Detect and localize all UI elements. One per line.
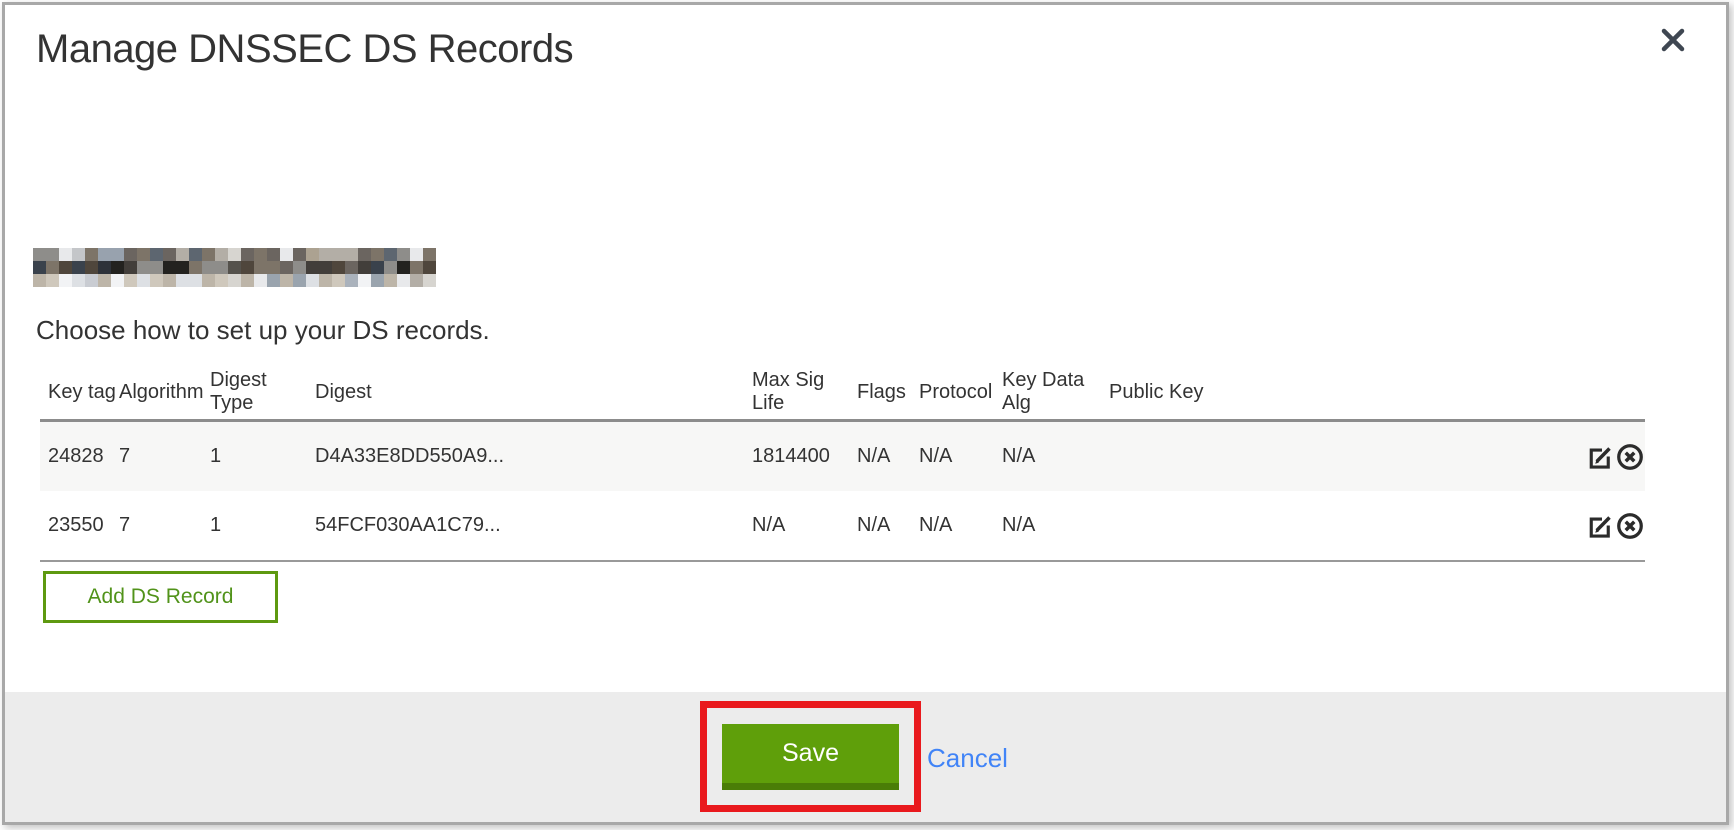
edit-pencil-square-icon[interactable] (1585, 511, 1615, 541)
cell-flags: N/A (857, 421, 919, 492)
save-button-highlight-annotation: Save (700, 701, 921, 812)
table-row: 23550 7 1 54FCF030AA1C79... N/A N/A N/A … (40, 491, 1645, 561)
cell-digest-type: 1 (210, 491, 315, 561)
close-icon[interactable] (1658, 25, 1688, 55)
cell-digest: 54FCF030AA1C79... (315, 491, 752, 561)
col-header-public-key: Public Key (1109, 365, 1567, 421)
col-header-key-tag: Key tag (40, 365, 119, 421)
cancel-link[interactable]: Cancel (927, 743, 1008, 774)
save-button[interactable]: Save (722, 724, 899, 790)
cell-digest: D4A33E8DD550A9... (315, 421, 752, 492)
ds-records-table: Key tag Algorithm Digest Type Digest Max… (40, 365, 1645, 562)
table-header-row: Key tag Algorithm Digest Type Digest Max… (40, 365, 1645, 421)
cell-algorithm: 7 (119, 421, 210, 492)
col-header-digest: Digest (315, 365, 752, 421)
cell-protocol: N/A (919, 491, 1002, 561)
cell-protocol: N/A (919, 421, 1002, 492)
cell-key-data-alg: N/A (1002, 491, 1109, 561)
domain-name-redacted (33, 248, 436, 287)
cell-public-key (1109, 491, 1567, 561)
cell-public-key (1109, 421, 1567, 492)
dialog-footer: Save Cancel (5, 692, 1726, 822)
cell-flags: N/A (857, 491, 919, 561)
add-ds-record-button[interactable]: Add DS Record (43, 571, 278, 623)
circle-x-delete-icon[interactable] (1615, 442, 1645, 472)
col-header-flags: Flags (857, 365, 919, 421)
manage-dnssec-dialog: Manage DNSSEC DS Records Choose how to s… (2, 2, 1729, 825)
col-header-digest-type: Digest Type (210, 365, 315, 421)
setup-instruction-text: Choose how to set up your DS records. (36, 315, 490, 346)
circle-x-delete-icon[interactable] (1615, 511, 1645, 541)
cell-key-tag: 23550 (40, 491, 119, 561)
edit-pencil-square-icon[interactable] (1585, 442, 1615, 472)
col-header-actions (1567, 365, 1645, 421)
cell-max-sig-life: 1814400 (752, 421, 857, 492)
col-header-key-data-alg: Key Data Alg (1002, 365, 1109, 421)
cell-key-tag: 24828 (40, 421, 119, 492)
cell-algorithm: 7 (119, 491, 210, 561)
table-row: 24828 7 1 D4A33E8DD550A9... 1814400 N/A … (40, 421, 1645, 492)
col-header-max-sig-life: Max Sig Life (752, 365, 857, 421)
dialog-title: Manage DNSSEC DS Records (36, 27, 573, 72)
cell-digest-type: 1 (210, 421, 315, 492)
col-header-algorithm: Algorithm (119, 365, 210, 421)
cell-key-data-alg: N/A (1002, 421, 1109, 492)
cell-max-sig-life: N/A (752, 491, 857, 561)
col-header-protocol: Protocol (919, 365, 1002, 421)
